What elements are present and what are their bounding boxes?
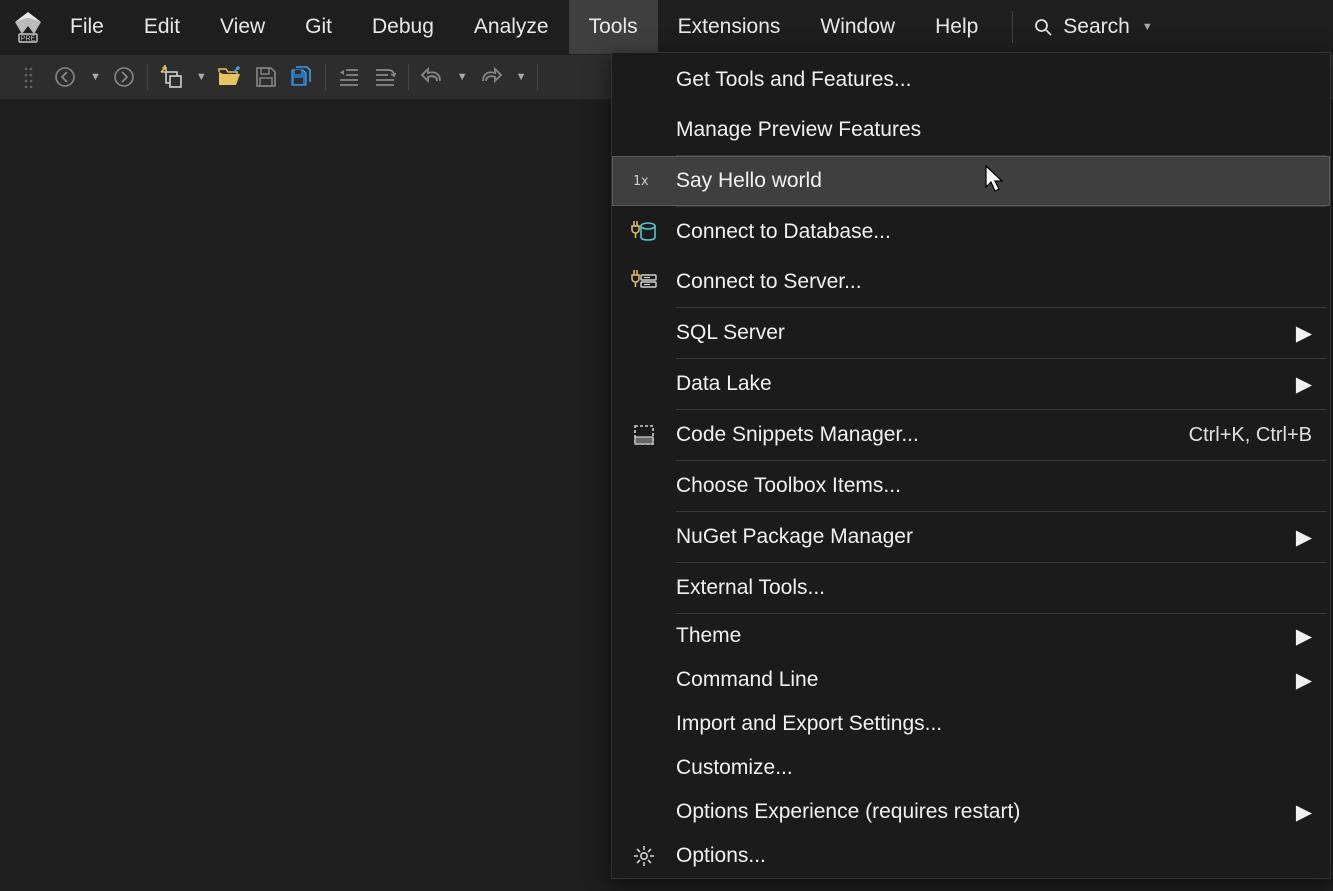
menu-theme[interactable]: Theme ▶ — [612, 614, 1330, 658]
menu-window[interactable]: Window — [800, 0, 915, 54]
menu-options-experience[interactable]: Options Experience (requires restart) ▶ — [612, 790, 1330, 834]
gear-icon — [612, 845, 676, 867]
snippet-box-icon — [612, 424, 676, 446]
tools-dropdown: Get Tools and Features... Manage Preview… — [611, 52, 1331, 879]
menu-import-export[interactable]: Import and Export Settings... — [612, 702, 1330, 746]
menubar-separator — [1012, 11, 1013, 43]
chevron-right-icon: ▶ — [1290, 668, 1312, 693]
chevron-right-icon: ▶ — [1290, 624, 1312, 649]
nav-back-button[interactable] — [52, 64, 78, 90]
drag-handle-icon[interactable] — [16, 64, 42, 90]
menu-debug[interactable]: Debug — [352, 0, 454, 54]
nav-forward-button[interactable] — [111, 64, 137, 90]
open-folder-button[interactable] — [217, 64, 243, 90]
chevron-right-icon: ▶ — [1290, 321, 1312, 346]
db-plug-icon — [612, 219, 676, 245]
one-x-badge-icon: 1x — [612, 173, 676, 189]
menu-view[interactable]: View — [200, 0, 285, 54]
menu-command-line[interactable]: Command Line ▶ — [612, 658, 1330, 702]
app-icon: PRE — [6, 10, 50, 44]
search-icon — [1033, 17, 1053, 37]
menu-sql-server[interactable]: SQL Server ▶ — [612, 308, 1330, 358]
menu-say-hello-world[interactable]: 1x Say Hello world — [612, 156, 1330, 206]
menu-choose-toolbox[interactable]: Choose Toolbox Items... — [612, 461, 1330, 511]
menu-get-tools[interactable]: Get Tools and Features... — [612, 55, 1330, 105]
menu-analyze[interactable]: Analyze — [454, 0, 569, 54]
menu-connect-database[interactable]: Connect to Database... — [612, 207, 1330, 257]
server-plug-icon — [612, 269, 676, 295]
menu-file[interactable]: File — [50, 0, 124, 54]
menu-connect-server[interactable]: Connect to Server... — [612, 257, 1330, 307]
menu-extensions[interactable]: Extensions — [658, 0, 801, 54]
menu-code-snippets[interactable]: Code Snippets Manager... Ctrl+K, Ctrl+B — [612, 410, 1330, 460]
indent-button[interactable] — [372, 64, 398, 90]
chevron-down-icon[interactable]: ▼ — [194, 71, 207, 83]
menu-help[interactable]: Help — [915, 0, 998, 54]
save-button[interactable] — [253, 64, 279, 90]
menu-tools[interactable]: Tools — [569, 0, 658, 54]
menu-options[interactable]: Options... — [612, 834, 1330, 878]
shortcut-text: Ctrl+K, Ctrl+B — [1189, 424, 1312, 447]
svg-text:PRE: PRE — [21, 36, 36, 43]
menu-edit[interactable]: Edit — [124, 0, 200, 54]
chevron-down-icon[interactable]: ▼ — [88, 71, 101, 83]
menu-nuget[interactable]: NuGet Package Manager ▶ — [612, 512, 1330, 562]
outdent-button[interactable] — [336, 64, 362, 90]
search-label: Search — [1063, 15, 1130, 39]
menu-customize[interactable]: Customize... — [612, 746, 1330, 790]
new-item-button[interactable] — [158, 64, 184, 90]
menu-manage-preview[interactable]: Manage Preview Features — [612, 105, 1330, 155]
undo-button[interactable] — [419, 64, 445, 90]
toolbar-separator — [537, 64, 538, 90]
redo-button[interactable] — [478, 64, 504, 90]
save-all-button[interactable] — [289, 64, 315, 90]
search-chevron-down-icon: ▼ — [1140, 21, 1153, 33]
search-box[interactable]: Search ▼ — [1027, 15, 1152, 39]
chevron-right-icon: ▶ — [1290, 525, 1312, 550]
menu-git[interactable]: Git — [285, 0, 352, 54]
chevron-right-icon: ▶ — [1290, 800, 1312, 825]
chevron-right-icon: ▶ — [1290, 372, 1312, 397]
menu-external-tools[interactable]: External Tools... — [612, 563, 1330, 613]
menubar: PRE File Edit View Git Debug Analyze Too… — [0, 0, 1333, 54]
chevron-down-icon[interactable]: ▼ — [455, 71, 468, 83]
menu-data-lake[interactable]: Data Lake ▶ — [612, 359, 1330, 409]
chevron-down-icon[interactable]: ▼ — [514, 71, 527, 83]
svg-text:1x: 1x — [633, 174, 649, 189]
